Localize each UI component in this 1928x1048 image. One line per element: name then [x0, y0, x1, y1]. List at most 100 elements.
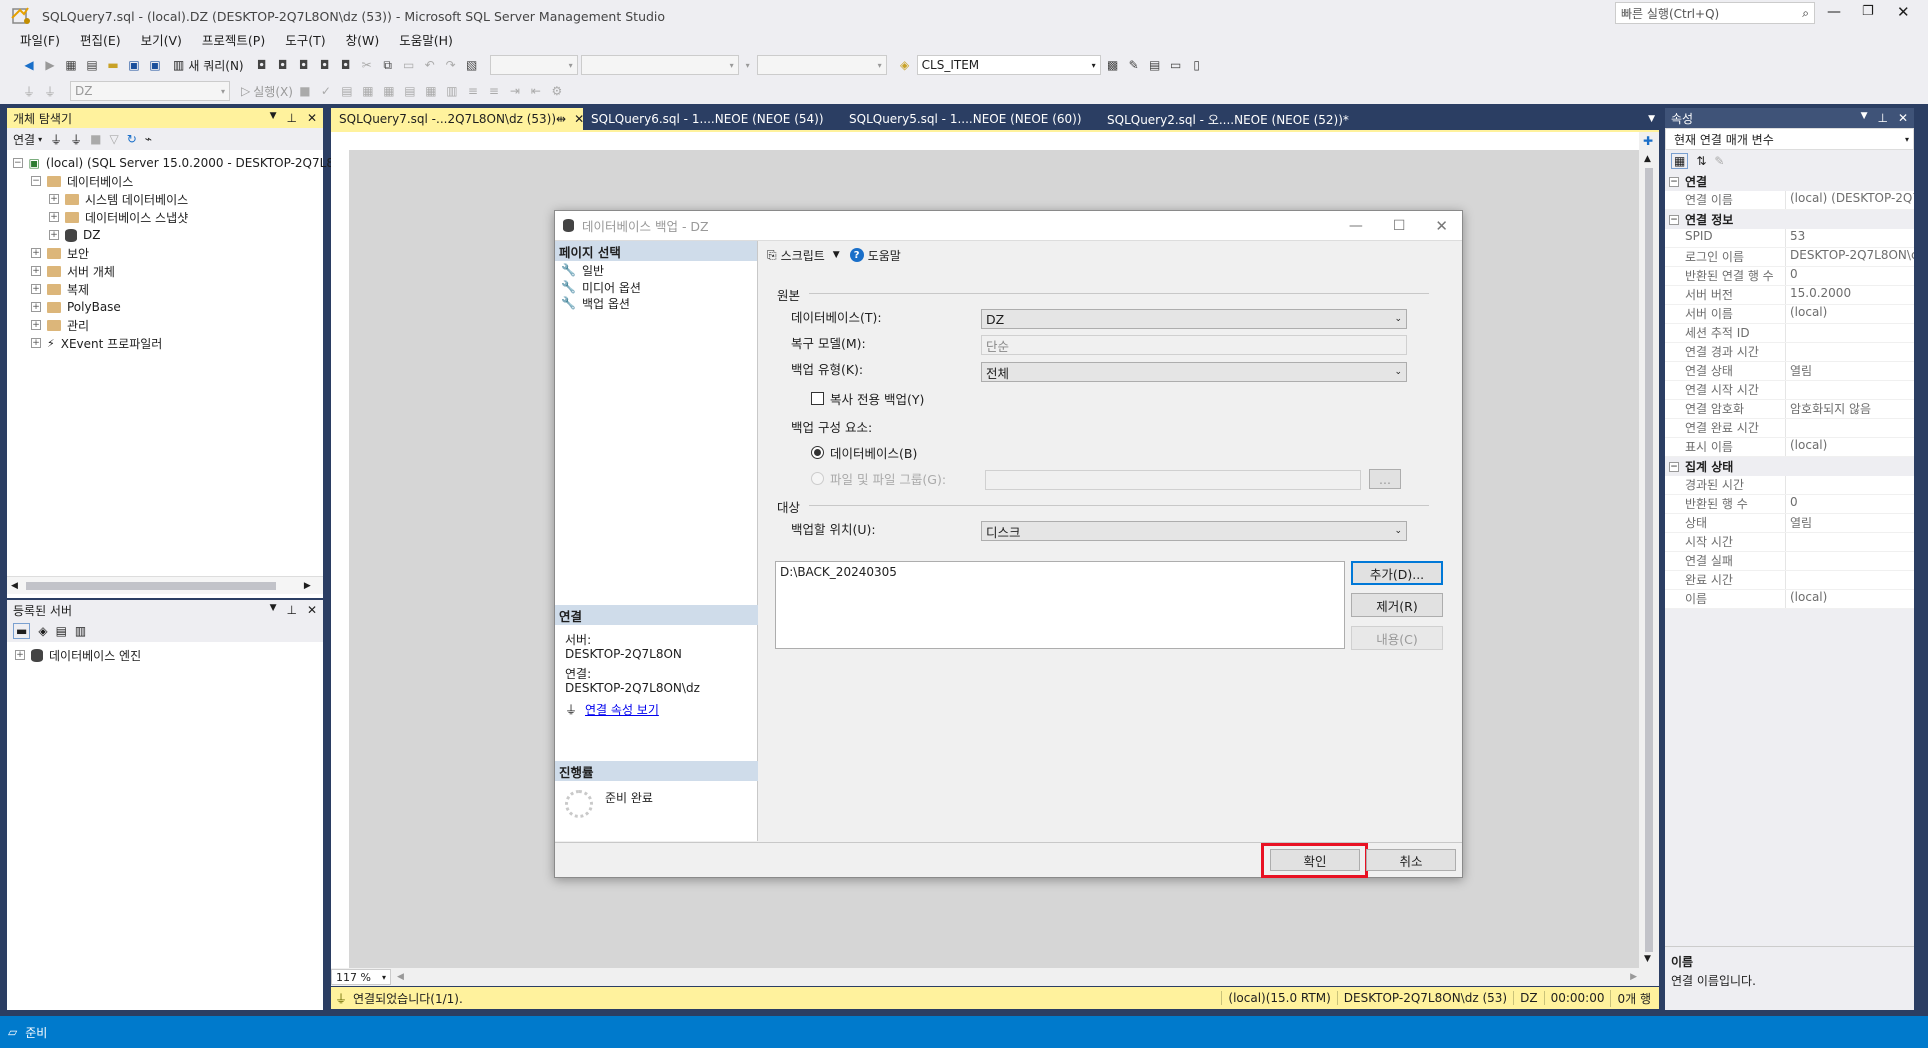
property-row[interactable]: 연결 암호화 암호화되지 않음: [1665, 400, 1914, 419]
property-row[interactable]: 서버 버전 15.0.2000: [1665, 286, 1914, 305]
menu-tools[interactable]: 도구(T): [275, 31, 335, 51]
tree-node[interactable]: + 시스템 데이터베이스: [13, 190, 323, 208]
reporting-services-icon[interactable]: ▤: [56, 624, 67, 638]
filter-icon[interactable]: ▽: [109, 132, 118, 146]
dax-query-icon[interactable]: ◘: [337, 56, 355, 74]
indent-icon[interactable]: ⇥: [506, 82, 524, 100]
tab-sqlquery5[interactable]: SQLQuery5.sql - 1....NEOE (NEOE (60)): [841, 108, 1099, 130]
horizontal-scrollbar[interactable]: ◀ ▶: [7, 576, 323, 594]
vertical-scrollbar[interactable]: ✚ ▲ ▼: [1639, 132, 1659, 970]
property-row[interactable]: SPID 53: [1665, 229, 1914, 248]
collapse-icon[interactable]: −: [13, 158, 23, 168]
results-grid-icon[interactable]: ▦: [422, 82, 440, 100]
outdent-icon[interactable]: ⇤: [527, 82, 545, 100]
paste-icon[interactable]: ▭: [400, 56, 418, 74]
tree-node[interactable]: + 데이터베이스 스냅샷: [13, 208, 323, 226]
panel-dropdown-icon[interactable]: ▼: [270, 603, 277, 617]
property-row[interactable]: 연결 경과 시간: [1665, 343, 1914, 362]
expand-icon[interactable]: +: [31, 338, 41, 348]
pin-icon[interactable]: ⊥: [286, 603, 296, 617]
activity-icon[interactable]: ⌁: [145, 132, 152, 146]
panel-close-icon[interactable]: ✕: [307, 603, 317, 617]
menu-project[interactable]: 프로젝트(P): [192, 31, 275, 51]
expand-icon[interactable]: +: [15, 650, 25, 660]
property-row[interactable]: 반환된 행 수0: [1665, 495, 1914, 514]
connect-dropdown[interactable]: 연결 ▾: [13, 131, 42, 148]
tab-sqlquery7[interactable]: SQLQuery7.sql -...2Q7L8ON\dz (53)) ⇹ ✕: [331, 108, 584, 130]
property-row[interactable]: 연결 시작 시간: [1665, 381, 1914, 400]
copy-only-checkbox[interactable]: [811, 392, 824, 405]
property-category[interactable]: − 연결 정보: [1665, 210, 1914, 229]
template-explorer-icon[interactable]: ▤: [1146, 56, 1164, 74]
expand-icon[interactable]: +: [31, 302, 41, 312]
results-text-icon[interactable]: ▤: [401, 82, 419, 100]
dialog-maximize-button[interactable]: ☐: [1393, 218, 1406, 234]
solution-combo[interactable]: CLS_ITEM ▾: [916, 55, 1101, 75]
tree-node[interactable]: + ⚡ XEvent 프로파일러: [13, 334, 323, 352]
stop-oe-icon[interactable]: ■: [90, 132, 101, 146]
properties-object-selector[interactable]: 현재 연결 매개 변수 ▾: [1665, 128, 1914, 150]
cut-icon[interactable]: ✂: [358, 56, 376, 74]
query-designer-icon[interactable]: ▦: [359, 82, 377, 100]
connect-icon[interactable]: ⏚: [20, 82, 38, 100]
quick-launch[interactable]: 빠른 실행(Ctrl+Q) ⌕: [1615, 2, 1815, 24]
restore-button[interactable]: ❐: [1862, 4, 1874, 19]
database-combo[interactable]: DZ ▾: [70, 81, 230, 101]
execute-button[interactable]: ▷ 실행(X): [241, 83, 293, 100]
open-file-icon[interactable]: ▬: [104, 56, 122, 74]
property-row[interactable]: 연결 상태 열림: [1665, 362, 1914, 381]
connect-object-icon[interactable]: ⏚: [50, 131, 62, 148]
xmla-query-icon[interactable]: ◘: [316, 56, 334, 74]
tab-pin-icon[interactable]: ⇹: [556, 112, 566, 126]
backup-to-select[interactable]: 디스크 ⌄: [981, 521, 1407, 541]
expand-icon[interactable]: +: [31, 284, 41, 294]
display-plan-icon[interactable]: ▤: [338, 82, 356, 100]
disconnect-icon[interactable]: ⏚: [41, 82, 59, 100]
page-backup-options[interactable]: 🔧 백업 옵션: [555, 295, 757, 311]
tree-node[interactable]: + 보안: [13, 244, 323, 262]
collapse-icon[interactable]: −: [1669, 461, 1679, 472]
component-files-radio[interactable]: [811, 472, 824, 485]
dmx-query-icon[interactable]: ◘: [295, 56, 313, 74]
menu-help[interactable]: 도움말(H): [389, 31, 463, 51]
cancel-button[interactable]: 취소: [1366, 849, 1456, 871]
solution-explorer-icon[interactable]: ▩: [1104, 56, 1122, 74]
tab-sqlquery6[interactable]: SQLQuery6.sql - 1....NEOE (NEOE (54)): [583, 108, 841, 130]
find-in-files-icon[interactable]: ◈: [896, 56, 914, 74]
specify-values-icon[interactable]: ⚙: [548, 82, 566, 100]
view-connection-properties-link[interactable]: 연결 속성 보기: [585, 703, 659, 717]
tab-sqlquery2[interactable]: SQLQuery2.sql - 오....NEOE (NEOE (52))*: [1099, 108, 1357, 130]
close-window-button[interactable]: ✕: [1897, 3, 1910, 21]
toolbox-icon[interactable]: ▭: [1167, 56, 1185, 74]
minimize-button[interactable]: —: [1827, 4, 1841, 20]
component-database-option[interactable]: 데이터베이스(B): [811, 443, 917, 462]
property-category[interactable]: − 집계 상태: [1665, 457, 1914, 476]
pin-icon[interactable]: ⊥: [286, 111, 296, 125]
page-media-options[interactable]: 🔧 미디어 옵션: [555, 279, 757, 295]
collapse-icon[interactable]: −: [31, 176, 41, 186]
component-database-radio[interactable]: [811, 446, 824, 459]
save-all-icon[interactable]: ▣: [146, 56, 164, 74]
refresh-icon[interactable]: ↻: [127, 132, 137, 146]
tree-node[interactable]: + 복제: [13, 280, 323, 298]
property-row[interactable]: 반환된 연결 행 수0: [1665, 267, 1914, 286]
database-select[interactable]: DZ ⌄: [981, 309, 1407, 329]
copy-only-option[interactable]: 복사 전용 백업(Y): [811, 389, 924, 408]
expand-icon[interactable]: +: [31, 320, 41, 330]
activity-monitor-icon[interactable]: ▧: [463, 56, 481, 74]
registered-servers-item[interactable]: + 데이터베이스 엔진: [7, 646, 323, 664]
panel-dropdown-icon[interactable]: ▼: [270, 111, 277, 125]
menu-view[interactable]: 보기(V): [131, 31, 192, 51]
backup-type-select[interactable]: 전체 ⌄: [981, 362, 1407, 382]
collapse-icon[interactable]: −: [1669, 214, 1679, 225]
categorized-icon[interactable]: ▦: [1671, 153, 1689, 169]
property-pages-icon[interactable]: ✎: [1714, 154, 1724, 168]
script-button[interactable]: ⎘ 스크립트 ▼: [767, 247, 840, 264]
expand-icon[interactable]: +: [49, 194, 59, 204]
forward-icon[interactable]: ▶: [41, 56, 59, 74]
panel-close-icon[interactable]: ✕: [1898, 111, 1908, 125]
menu-edit[interactable]: 편집(E): [70, 31, 131, 51]
ok-button[interactable]: 확인: [1270, 849, 1360, 871]
dialog-close-button[interactable]: ✕: [1435, 217, 1448, 235]
property-row[interactable]: 연결 완료 시간: [1665, 419, 1914, 438]
